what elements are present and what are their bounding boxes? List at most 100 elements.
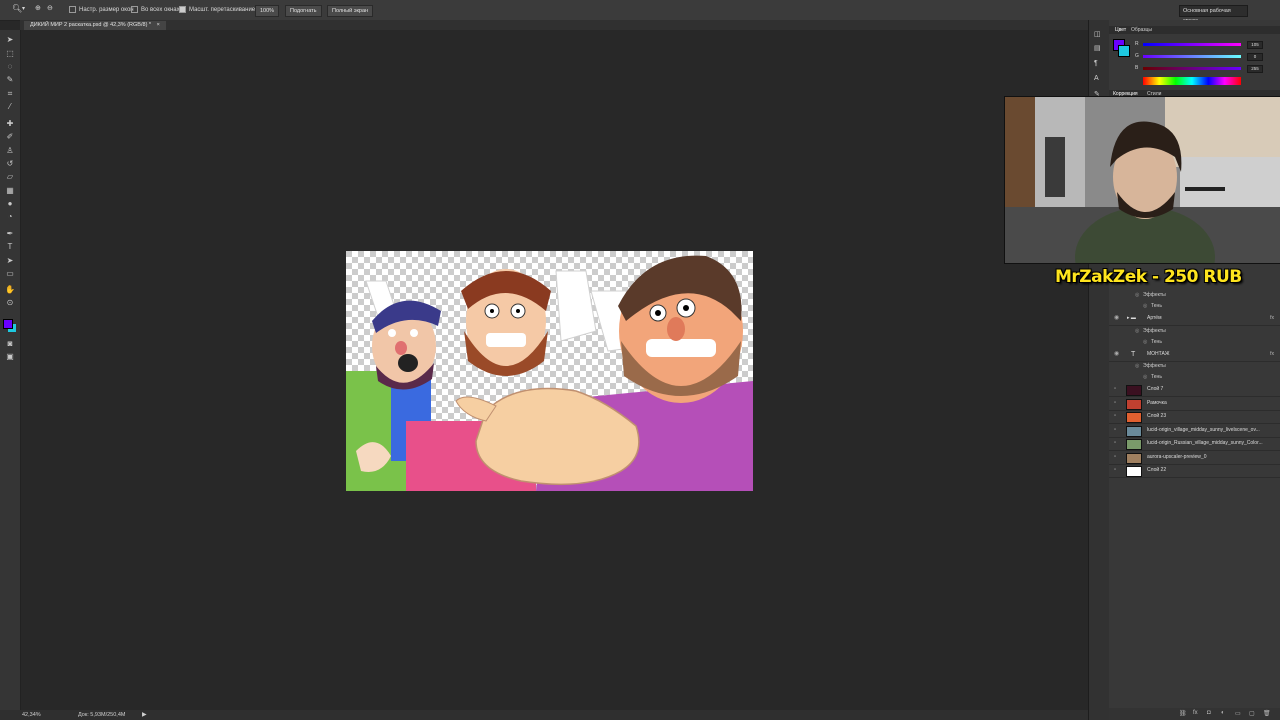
- visibility-eye-icon[interactable]: ▫: [1114, 464, 1116, 477]
- layer-row[interactable]: ▫ lucid-origin_village_midday_sunny_livel…: [1109, 424, 1280, 438]
- document-canvas[interactable]: [346, 251, 753, 491]
- b-slider[interactable]: [1143, 67, 1241, 70]
- r-slider[interactable]: [1143, 43, 1241, 46]
- chevron-down-icon[interactable]: ▾: [22, 5, 25, 12]
- r-value[interactable]: 105: [1247, 41, 1263, 49]
- move-tool-icon[interactable]: ➤: [5, 36, 15, 44]
- tab-color[interactable]: Цвет: [1115, 27, 1126, 33]
- workspace-select[interactable]: Основная рабочая среда: [1179, 5, 1248, 24]
- status-zoom[interactable]: 42,34%: [22, 712, 41, 718]
- zoom-100-button[interactable]: 100%: [255, 5, 280, 17]
- layer-fx-icon[interactable]: fx: [1270, 348, 1274, 361]
- fullscreen-button[interactable]: Полный экран: [327, 5, 374, 17]
- document-tab-bar: ДИКИЙ МИР 2 раскатка.psd @ 42,3% (RGB/8)…: [20, 20, 1088, 30]
- shape-tool-icon[interactable]: ▭: [5, 270, 15, 278]
- layer-effect-row[interactable]: ◎ Тень: [1109, 301, 1280, 312]
- zoom-tool-icon[interactable]: ⊙: [5, 299, 15, 307]
- layer-row[interactable]: ▫ Рамочка: [1109, 397, 1280, 411]
- donation-alert: MrZakZek - 250 RUB: [1055, 267, 1242, 287]
- tab-swatches[interactable]: Образцы: [1131, 27, 1152, 33]
- g-slider[interactable]: [1143, 55, 1241, 58]
- document-tab[interactable]: ДИКИЙ МИР 2 раскатка.psd @ 42,3% (RGB/8)…: [24, 21, 166, 30]
- eye-icon[interactable]: ◎: [1143, 337, 1147, 348]
- type-tool-icon[interactable]: T: [5, 243, 15, 251]
- eyedropper-tool-icon[interactable]: ⁄: [5, 103, 15, 111]
- layer-row[interactable]: ▫ Слой 22: [1109, 464, 1280, 478]
- layer-style-icon[interactable]: fx: [1193, 710, 1198, 716]
- layer-row[interactable]: ▫ Слой 7: [1109, 383, 1280, 397]
- brush-tool-icon[interactable]: ✐: [5, 133, 15, 141]
- layer-effect-row[interactable]: ◎ Эффекты: [1109, 326, 1280, 337]
- g-value[interactable]: 0: [1247, 53, 1263, 61]
- eraser-tool-icon[interactable]: ▱: [5, 173, 15, 181]
- color-panel-tabs: Цвет Образцы: [1109, 26, 1280, 34]
- link-layers-icon[interactable]: ⛓: [1179, 710, 1187, 717]
- zoom-tool-icon[interactable]: 🔍︎: [12, 4, 22, 13]
- canvas-area[interactable]: [21, 31, 1088, 710]
- clone-stamp-tool-icon[interactable]: ♙: [5, 147, 15, 155]
- new-layer-icon[interactable]: ▢: [1249, 710, 1255, 717]
- layer-row[interactable]: ◉ ▸ ▬ Артём fx: [1109, 312, 1280, 326]
- layer-row[interactable]: ◉ T МОНТАЖ fx: [1109, 348, 1280, 362]
- quick-mask-icon[interactable]: ◙: [5, 340, 15, 348]
- layer-thumbnail: [1126, 466, 1142, 477]
- eye-icon[interactable]: ◎: [1135, 326, 1139, 337]
- layer-row[interactable]: ▫ Слой 23: [1109, 410, 1280, 424]
- properties-panel-icon[interactable]: ▤: [1094, 44, 1101, 52]
- fit-screen-button[interactable]: Подогнать: [285, 5, 322, 17]
- zoom-out-icon[interactable]: ⊖: [47, 4, 53, 12]
- visibility-eye-icon[interactable]: ▫: [1114, 383, 1116, 396]
- layer-effect-row[interactable]: ◎ Тень: [1109, 337, 1280, 348]
- screen-mode-icon[interactable]: ▣: [5, 353, 15, 361]
- status-menu-arrow-icon[interactable]: ▶: [142, 711, 147, 718]
- visibility-eye-icon[interactable]: ▫: [1114, 451, 1116, 464]
- new-group-icon[interactable]: ▭: [1235, 710, 1241, 717]
- adjustment-layer-icon[interactable]: ◐: [1221, 710, 1225, 716]
- paragraph-panel-icon[interactable]: ¶: [1094, 60, 1098, 67]
- folder-icon[interactable]: ▸ ▬: [1127, 312, 1136, 325]
- eye-icon[interactable]: ◎: [1135, 361, 1139, 372]
- close-icon[interactable]: ×: [157, 22, 160, 28]
- layer-row[interactable]: ▫ aurora-upscaler-preview_0: [1109, 451, 1280, 465]
- layer-effect-row[interactable]: ◎ Эффекты: [1109, 290, 1280, 301]
- trash-icon[interactable]: 🗑︎: [1263, 710, 1271, 717]
- marquee-tool-icon[interactable]: ⬚: [5, 50, 15, 58]
- color-spectrum-bar[interactable]: [1143, 77, 1241, 85]
- blur-tool-icon[interactable]: ●: [5, 200, 15, 208]
- lasso-tool-icon[interactable]: ◌: [5, 63, 15, 71]
- layer-effect-row[interactable]: ◎ Эффекты: [1109, 361, 1280, 372]
- zoom-in-icon[interactable]: ⊕: [35, 4, 41, 12]
- dodge-tool-icon[interactable]: ◔: [5, 213, 15, 221]
- layer-effect-row[interactable]: ◎ Тень: [1109, 372, 1280, 383]
- visibility-eye-icon[interactable]: ◉: [1114, 312, 1119, 325]
- b-value[interactable]: 255: [1247, 65, 1263, 73]
- layer-fx-icon[interactable]: fx: [1270, 312, 1274, 325]
- path-select-tool-icon[interactable]: ➤: [5, 257, 15, 265]
- history-panel-icon[interactable]: ◫: [1094, 30, 1101, 38]
- visibility-eye-icon[interactable]: ▫: [1114, 424, 1116, 437]
- eye-icon[interactable]: ◎: [1143, 301, 1147, 312]
- color-background-swatch[interactable]: [1118, 45, 1130, 57]
- resize-windows-checkbox[interactable]: Настр. размер окон: [69, 6, 134, 13]
- eye-icon[interactable]: ◎: [1143, 372, 1147, 383]
- eye-icon[interactable]: ◎: [1135, 290, 1139, 301]
- quick-select-tool-icon[interactable]: ✎: [5, 76, 15, 84]
- layer-thumbnail: [1126, 385, 1142, 396]
- healing-brush-tool-icon[interactable]: ✚: [5, 120, 15, 128]
- layer-row[interactable]: ▫ lucid-origin_Russian_village_midday_sun…: [1109, 437, 1280, 451]
- options-bar: 🔍︎ ▾ ⊕ ⊖ Настр. размер окон Во всех окна…: [0, 0, 1280, 24]
- visibility-eye-icon[interactable]: ▫: [1114, 410, 1116, 423]
- visibility-eye-icon[interactable]: ▫: [1114, 397, 1116, 410]
- all-windows-checkbox[interactable]: Во всех окнах: [131, 6, 180, 13]
- history-brush-tool-icon[interactable]: ↺: [5, 160, 15, 168]
- crop-tool-icon[interactable]: ⌗: [5, 90, 15, 98]
- scrubby-zoom-checkbox[interactable]: Масшт. перетаскиванием: [179, 6, 259, 13]
- visibility-eye-icon[interactable]: ▫: [1114, 437, 1116, 450]
- pen-tool-icon[interactable]: ✒: [5, 230, 15, 238]
- gradient-tool-icon[interactable]: ▦: [5, 187, 15, 195]
- character-panel-icon[interactable]: A: [1094, 75, 1099, 82]
- visibility-eye-icon[interactable]: ◉: [1114, 348, 1119, 361]
- all-windows-label: Во всех окнах: [141, 7, 180, 14]
- add-mask-icon[interactable]: ◘: [1207, 710, 1211, 716]
- hand-tool-icon[interactable]: ✋: [5, 286, 15, 294]
